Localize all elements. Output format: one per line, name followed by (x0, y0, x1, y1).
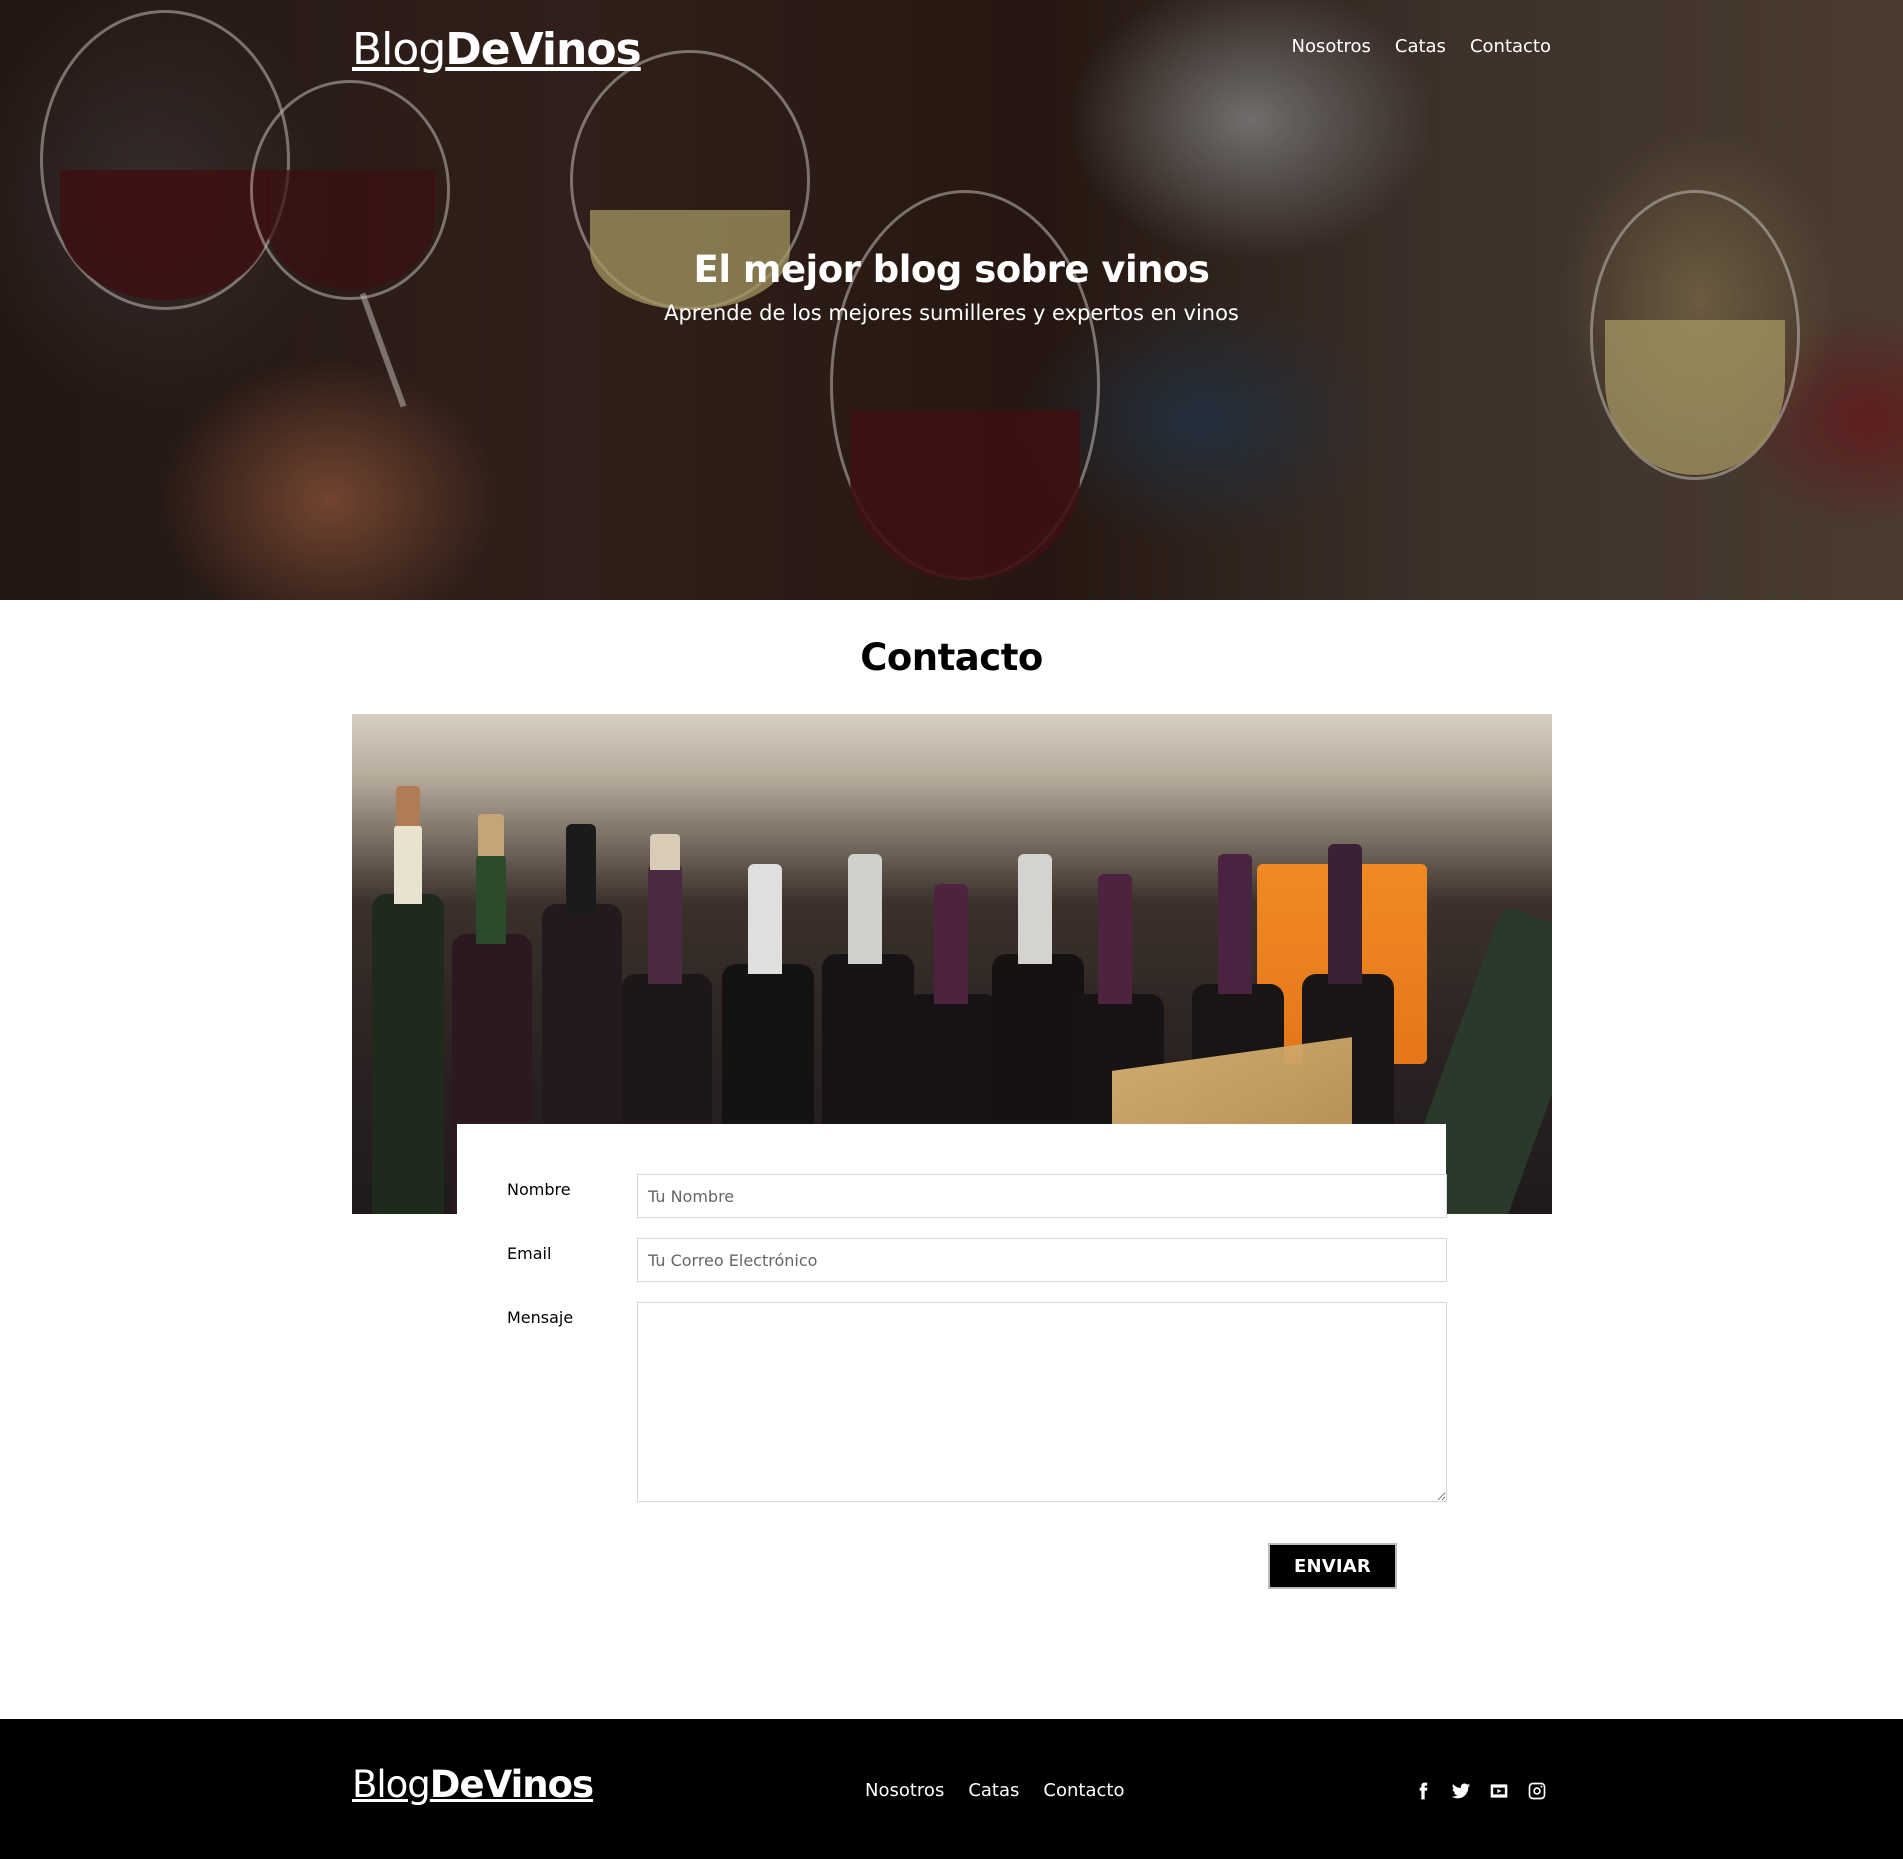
hero-banner: BlogDeVinos Nosotros Catas Contacto El m… (0, 0, 1903, 600)
brand-logo-bold: DeVinos (445, 24, 641, 75)
top-navigation: Nosotros Catas Contacto (1292, 36, 1551, 57)
brand-logo-light: Blog (352, 24, 446, 75)
brand-logo[interactable]: BlogDeVinos (352, 24, 642, 75)
name-label: Nombre (507, 1180, 571, 1199)
email-label: Email (507, 1244, 552, 1263)
nav-link-contacto[interactable]: Contacto (1470, 36, 1551, 57)
nav-link-catas[interactable]: Catas (1395, 36, 1446, 57)
send-button[interactable]: ENVIAR (1268, 1543, 1397, 1589)
footer-brand-logo-bold: DeVinos (429, 1763, 594, 1806)
hero-text: El mejor blog sobre vinos Aprende de los… (0, 248, 1903, 325)
hero-title: El mejor blog sobre vinos (693, 248, 1210, 291)
message-field[interactable] (637, 1302, 1447, 1502)
footer-link-catas[interactable]: Catas (968, 1780, 1019, 1801)
social-links (1411, 1779, 1549, 1803)
footer-navigation: Nosotros Catas Contacto (865, 1780, 1124, 1801)
footer-brand-logo-light: Blog (352, 1763, 431, 1806)
footer: BlogDeVinos Nosotros Catas Contacto (0, 1719, 1903, 1859)
nav-link-nosotros[interactable]: Nosotros (1292, 36, 1371, 57)
instagram-icon[interactable] (1525, 1779, 1549, 1803)
footer-link-nosotros[interactable]: Nosotros (865, 1780, 944, 1801)
facebook-icon[interactable] (1411, 1779, 1435, 1803)
message-label: Mensaje (507, 1308, 574, 1327)
twitter-icon[interactable] (1449, 1779, 1473, 1803)
name-field[interactable] (637, 1174, 1447, 1218)
footer-link-contacto[interactable]: Contacto (1043, 1780, 1124, 1801)
page-title: Contacto (860, 636, 1043, 679)
hero-subtitle: Aprende de los mejores sumilleres y expe… (664, 301, 1239, 325)
contact-form: Nombre Email Mensaje ENVIAR (457, 1124, 1447, 1604)
email-field[interactable] (637, 1238, 1447, 1282)
youtube-icon[interactable] (1487, 1779, 1511, 1803)
footer-brand-logo[interactable]: BlogDeVinos (352, 1763, 594, 1806)
